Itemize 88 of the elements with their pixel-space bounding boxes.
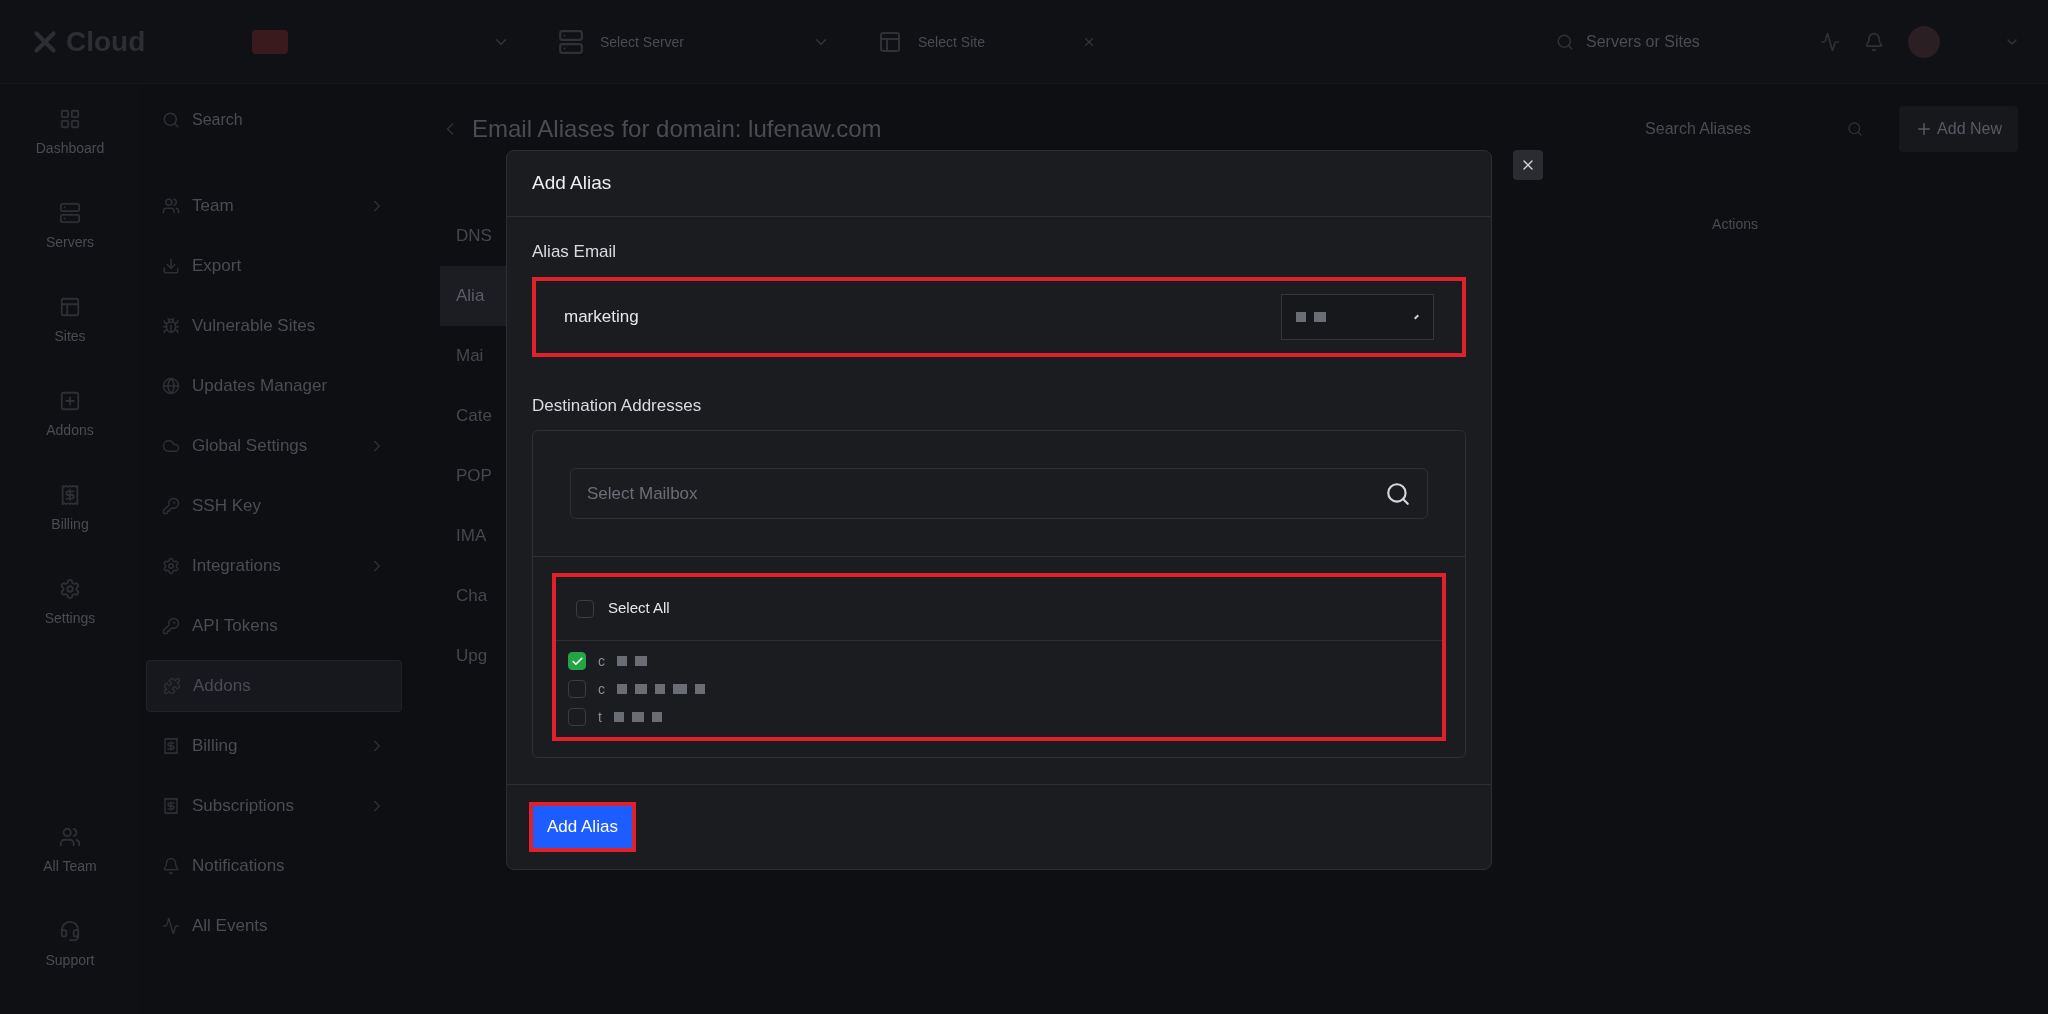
menu-item[interactable]: Vulnerable Sites	[146, 300, 402, 352]
bell-icon[interactable]	[1864, 31, 1884, 52]
headset-icon	[59, 920, 81, 942]
rail-label[interactable]: Support	[45, 950, 95, 970]
layout-icon	[878, 29, 902, 54]
search-icon[interactable]	[1385, 480, 1411, 507]
checkbox[interactable]	[576, 599, 594, 618]
menu-item[interactable]: Subscriptions	[146, 780, 402, 832]
redaction-block	[631, 712, 644, 722]
bell-icon	[162, 857, 180, 875]
menu-item[interactable]: API Tokens	[146, 600, 402, 652]
rail-label[interactable]: Dashboard	[35, 138, 105, 158]
check-icon	[570, 654, 584, 668]
receipt-icon	[162, 737, 180, 755]
cloud-icon	[162, 437, 180, 455]
menu-item[interactable]: Team	[146, 180, 402, 232]
menu-item[interactable]: Notifications	[146, 840, 402, 892]
redaction-block	[613, 712, 624, 722]
mailbox-address[interactable]: c	[598, 678, 605, 700]
rail-label[interactable]: Settings	[44, 608, 96, 628]
menu-item[interactable]: All Events	[146, 900, 402, 952]
people-icon	[162, 197, 180, 215]
pulse-icon	[162, 917, 180, 935]
rail-label[interactable]: Addons	[46, 420, 94, 440]
grid-icon	[59, 108, 81, 130]
rail-label[interactable]: All Team	[43, 856, 97, 876]
redaction-block	[635, 656, 647, 666]
redaction-block	[673, 684, 687, 694]
checkbox[interactable]	[568, 680, 586, 698]
layout-icon	[59, 296, 81, 318]
puzzle-icon	[163, 677, 181, 695]
redaction-block	[617, 684, 627, 694]
field-label: Destination Addresses	[532, 394, 703, 417]
search-field[interactable]: Servers or Sites	[1586, 29, 1700, 54]
redaction-block	[1296, 311, 1306, 322]
mailbox-address[interactable]: c	[598, 650, 605, 672]
redaction-block	[635, 684, 647, 694]
mailbox-search-field[interactable]: Select Mailbox	[570, 468, 1428, 519]
dialog-title: Add Alias	[532, 171, 612, 196]
flag-icon	[252, 29, 288, 54]
domain-select[interactable]	[1281, 293, 1434, 340]
avatar[interactable]	[1908, 25, 1940, 58]
menu-item[interactable]: Billing	[146, 720, 402, 772]
receipt-icon	[162, 797, 180, 815]
rail-label[interactable]: Servers	[45, 232, 95, 252]
add-new-button[interactable]: Add New	[1899, 106, 2018, 152]
checkbox[interactable]	[568, 708, 586, 726]
pulse-icon[interactable]	[1820, 31, 1840, 52]
menu-item[interactable]: Export	[146, 240, 402, 292]
menu-item[interactable]: Global Settings	[146, 420, 402, 472]
checkbox[interactable]	[568, 652, 586, 670]
people-icon	[59, 826, 81, 848]
key-icon	[162, 617, 180, 635]
search-field[interactable]: Search Aliases	[1645, 117, 1836, 141]
redaction-block	[655, 684, 665, 694]
menu-item[interactable]: Updates Manager	[146, 360, 402, 412]
key-icon	[162, 497, 180, 515]
redaction-block	[1314, 311, 1326, 322]
site-select[interactable]: Select Site	[918, 31, 985, 52]
redaction-block	[695, 684, 705, 694]
menu-item[interactable]: Integrations	[146, 540, 402, 592]
server-icon	[558, 28, 584, 55]
add-square-icon	[59, 390, 81, 412]
field-label: Alias Email	[532, 241, 618, 263]
select-all-label[interactable]: Select All	[608, 597, 670, 620]
rail-label[interactable]: Sites	[54, 326, 86, 346]
search-field[interactable]: Search	[146, 100, 402, 140]
gear-icon	[162, 557, 180, 575]
receipt-icon	[59, 484, 81, 506]
redaction-block	[651, 712, 662, 722]
alias-email-field[interactable]: marketing	[564, 303, 1265, 330]
rail-label[interactable]: Billing	[51, 514, 89, 534]
gear-icon	[59, 578, 81, 600]
bug-icon	[162, 317, 180, 335]
add-alias-button[interactable]: Add Alias	[533, 806, 632, 848]
server-icon	[59, 202, 81, 224]
download-icon	[162, 257, 180, 275]
globe-icon	[162, 377, 180, 395]
redaction-block	[617, 656, 627, 666]
page-title: Email Aliases for domain: lufenaw.com	[472, 114, 883, 144]
menu-item[interactable]: SSH Key	[146, 480, 402, 532]
close-button[interactable]	[1513, 150, 1543, 180]
mailbox-address[interactable]: t	[598, 706, 602, 728]
caret-icon	[1414, 314, 1419, 319]
column-heading: Actions	[1712, 215, 1758, 234]
search-icon	[1556, 32, 1574, 51]
search-icon	[162, 111, 180, 129]
server-select[interactable]: Select Server	[600, 31, 685, 52]
